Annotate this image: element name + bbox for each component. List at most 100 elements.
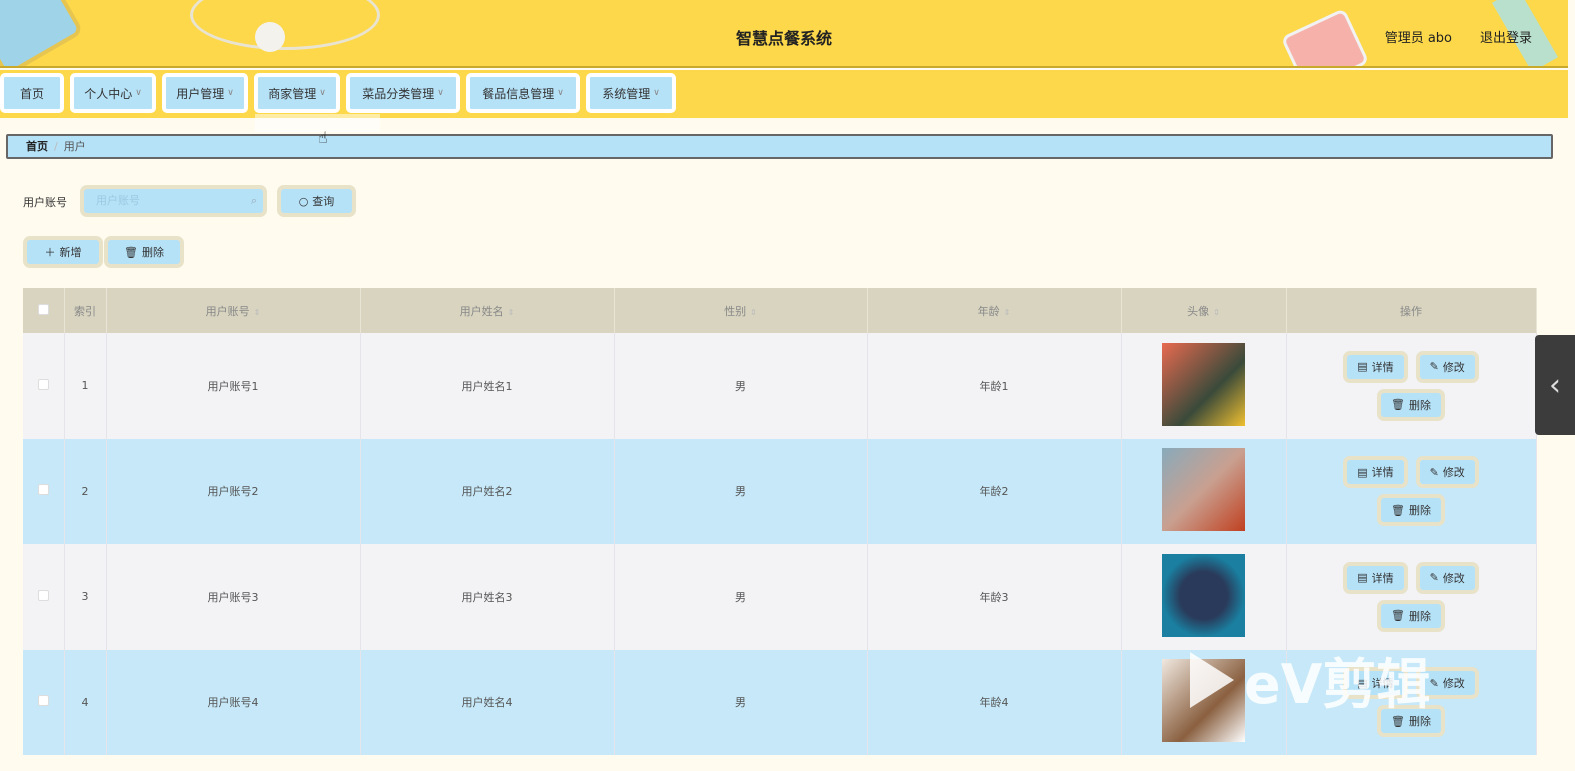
account-search-input[interactable]: 用户账号 ⌕ (80, 185, 267, 217)
sort-icon: ⇕ (253, 307, 261, 317)
search-label: 用户账号 (23, 196, 67, 209)
header: 智慧点餐系统 管理员 abo 退出登录 (0, 0, 1568, 68)
row-checkbox[interactable] (37, 484, 49, 496)
add-button[interactable]: ＋新增 (23, 236, 103, 268)
search-icon: ○ (298, 194, 309, 208)
nav-item[interactable]: 系统管理 ∨ (586, 73, 676, 113)
cell-name: 用户姓名4 (360, 649, 615, 755)
cell-gender: 男 (614, 333, 868, 439)
nav-item[interactable]: 首页 (0, 73, 64, 113)
select-all-checkbox[interactable] (37, 303, 49, 315)
row-delete-button[interactable]: 🗑 删除 (1377, 599, 1445, 632)
logout-link[interactable]: 退出登录 (1480, 27, 1532, 46)
search-placeholder: 用户账号 (96, 194, 140, 207)
avatar-image[interactable] (1162, 659, 1245, 743)
collapse-panel-button[interactable]: ‹ (1535, 335, 1575, 435)
edit-icon: ✎ (1429, 465, 1439, 479)
document-icon: ▤ (1357, 465, 1368, 479)
cell-age: 年龄1 (867, 333, 1122, 439)
nav-label: 系统管理 (602, 86, 651, 101)
document-icon: ▤ (1357, 360, 1368, 374)
detail-button[interactable]: ▤ 详情 (1343, 456, 1408, 489)
row-checkbox[interactable] (37, 695, 49, 707)
row-checkbox[interactable] (37, 378, 49, 390)
nav-item[interactable]: 菜品分类管理 ∨ (346, 73, 460, 113)
delete-button[interactable]: 🗑 删除 (104, 236, 184, 268)
nav-item[interactable]: 用户管理 ∨ (162, 73, 248, 113)
sort-icon: ⇕ (1213, 307, 1220, 317)
nav-label: 菜品分类管理 (362, 86, 435, 101)
chevron-down-icon: ∨ (653, 88, 660, 98)
select-all-header (23, 288, 65, 333)
table-row: 1 用户账号1 用户姓名1 男 年龄1 ▤ 详情 ✎ 修改 🗑 删除 (23, 333, 1537, 439)
cell-gender: 男 (614, 649, 868, 755)
edit-button[interactable]: ✎ 修改 (1415, 561, 1479, 594)
header-age[interactable]: 年龄 ⇕ (867, 288, 1122, 333)
nav-item[interactable]: 个人中心 ∨ (70, 73, 156, 113)
header-avatar[interactable]: 头像 ⇕ (1121, 288, 1287, 333)
header-name[interactable]: 用户姓名 ⇕ (360, 288, 615, 333)
breadcrumb-home[interactable]: 首页 (26, 140, 48, 153)
detail-button[interactable]: ▤ 详情 (1343, 350, 1408, 383)
cell-gender: 男 (614, 544, 868, 650)
detail-button[interactable]: ▤ 详情 (1343, 561, 1408, 594)
query-button[interactable]: ○ 查询 (277, 185, 356, 217)
cell-index: 2 (64, 438, 107, 544)
document-icon: ▤ (1357, 571, 1368, 585)
trash-icon: 🗑 (124, 245, 138, 259)
sort-icon: ⇕ (507, 307, 515, 317)
cell-gender: 男 (614, 438, 868, 544)
table-row: 2 用户账号2 用户姓名2 男 年龄2 ▤ 详情 ✎ 修改 🗑 删除 (23, 438, 1537, 544)
row-delete-button[interactable]: 🗑 删除 (1377, 705, 1445, 738)
edit-button[interactable]: ✎ 修改 (1415, 350, 1479, 383)
trash-icon: 🗑 (1391, 714, 1405, 728)
edit-button[interactable]: ✎ 修改 (1415, 667, 1479, 700)
table-row: 4 用户账号4 用户姓名4 男 年龄4 ▤ 详情 ✎ 修改 🗑 删除 (23, 649, 1537, 755)
chevron-down-icon: ∨ (319, 88, 326, 98)
detail-button[interactable]: ▤ 详情 (1343, 667, 1408, 700)
chevron-down-icon: ∨ (135, 88, 142, 98)
cell-age: 年龄2 (867, 438, 1122, 544)
breadcrumb: 首页 / 用户 (6, 134, 1553, 159)
avatar-image[interactable] (1162, 448, 1245, 532)
edit-icon: ✎ (1429, 571, 1439, 585)
query-label: 查询 (312, 195, 335, 208)
add-label: 新增 (59, 246, 82, 259)
chevron-down-icon: ∨ (437, 88, 444, 98)
chevron-left-icon: ‹ (1549, 367, 1561, 403)
trash-icon: 🗑 (1391, 609, 1405, 623)
users-table: 索引 用户账号 ⇕ 用户姓名 ⇕ 性别 ⇕ 年龄 ⇕ 头像 ⇕ 操作 1 用户账号1 用户… (23, 288, 1537, 755)
chevron-down-icon: ∨ (227, 88, 234, 98)
cell-age: 年龄4 (867, 649, 1122, 755)
cell-index: 1 (64, 333, 107, 439)
search-icon: ⌕ (250, 194, 257, 207)
cell-account: 用户账号1 (106, 333, 361, 439)
row-checkbox[interactable] (37, 589, 49, 601)
cell-name: 用户姓名3 (360, 544, 615, 650)
header-account[interactable]: 用户账号 ⇕ (106, 288, 361, 333)
breadcrumb-separator: / (54, 140, 58, 153)
cell-name: 用户姓名1 (360, 333, 615, 439)
nav-label: 个人中心 (84, 86, 133, 101)
row-delete-button[interactable]: 🗑 删除 (1377, 494, 1445, 527)
cell-age: 年龄3 (867, 544, 1122, 650)
header-gender[interactable]: 性别 ⇕ (614, 288, 868, 333)
chevron-down-icon: ∨ (557, 88, 564, 98)
avatar-image[interactable] (1162, 553, 1245, 637)
nav-label: 餐品信息管理 (482, 86, 555, 101)
sort-icon: ⇕ (1003, 307, 1011, 317)
edit-icon: ✎ (1429, 676, 1439, 690)
cell-account: 用户账号4 (106, 649, 361, 755)
table-row: 3 用户账号3 用户姓名3 男 年龄3 ▤ 详情 ✎ 修改 🗑 删除 (23, 544, 1537, 650)
document-icon: ▤ (1357, 676, 1368, 690)
nav-label: 商家管理 (268, 86, 317, 101)
row-delete-button[interactable]: 🗑 删除 (1377, 388, 1445, 421)
nav-item[interactable]: 商家管理 ∨ (254, 73, 340, 113)
app-title: 智慧点餐系统 (735, 29, 832, 48)
edit-button[interactable]: ✎ 修改 (1415, 456, 1479, 489)
avatar-image[interactable] (1162, 342, 1245, 426)
nav-item[interactable]: 餐品信息管理 ∨ (466, 73, 580, 113)
current-user: 管理员 abo (1384, 31, 1452, 46)
nav-label: 用户管理 (176, 86, 225, 101)
nav-label: 首页 (19, 86, 44, 101)
